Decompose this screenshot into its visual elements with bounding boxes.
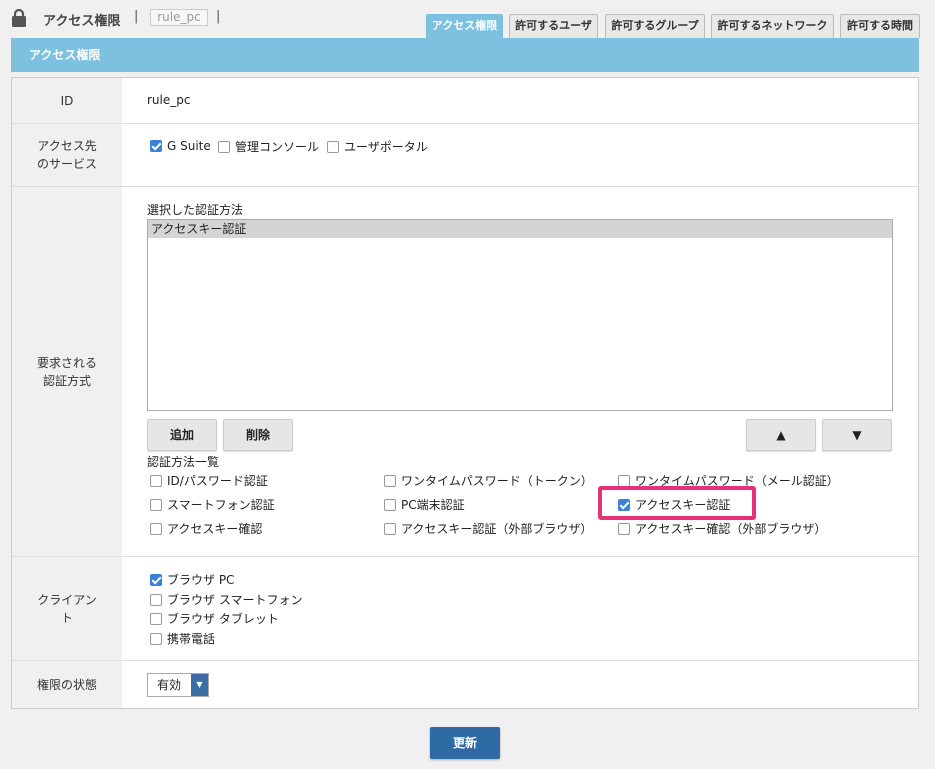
tab-allowed-networks[interactable]: 許可するネットワーク — [711, 14, 834, 38]
services-value-cell: G Suite 管理コンソール ユーザポータル — [122, 124, 918, 186]
checkbox[interactable] — [384, 498, 396, 511]
update-button[interactable]: 更新 — [430, 727, 500, 759]
checkbox[interactable] — [150, 498, 162, 511]
checkbox[interactable] — [327, 140, 339, 153]
method-access-key-auth-external[interactable]: アクセスキー認証（外部ブラウザ） — [384, 520, 592, 537]
status-select[interactable]: 有効 ▼ — [147, 673, 209, 697]
service-option-gsuite[interactable]: G Suite — [150, 138, 211, 153]
status-label: 権限の状態 — [12, 661, 122, 708]
selected-methods-title: 選択した認証方法 — [147, 203, 244, 217]
method-id-password[interactable]: ID/パスワード認証 — [150, 472, 268, 489]
tab-bar: アクセス権限 許可するユーザ 許可するグループ 許可するネットワーク 許可する時… — [0, 14, 935, 38]
method-access-key-confirm[interactable]: アクセスキー確認 — [150, 520, 262, 537]
chevron-down-icon[interactable]: ▼ — [191, 674, 208, 696]
checkbox[interactable] — [150, 632, 162, 645]
section-banner: アクセス権限 — [11, 38, 919, 72]
tab-allowed-times[interactable]: 許可する時間 — [840, 14, 920, 38]
auth-methods-label: 要求される 認証方式 — [12, 187, 122, 556]
client-browser-tablet[interactable]: ブラウザ タブレット — [150, 610, 279, 627]
checkbox[interactable] — [384, 474, 396, 487]
move-down-button[interactable]: ▼ — [822, 419, 892, 451]
checkbox[interactable] — [150, 522, 162, 535]
tab-access-permission[interactable]: アクセス権限 — [426, 14, 503, 38]
checkbox[interactable] — [384, 522, 396, 535]
auth-methods-row: 要求される 認証方式 選択した認証方法 アクセスキー認証 追加 削除 ▲ ▼ 認証… — [12, 187, 918, 557]
status-value-cell: 有効 ▼ — [122, 661, 918, 708]
move-up-button[interactable]: ▲ — [746, 419, 816, 451]
delete-button[interactable]: 削除 — [223, 419, 293, 451]
highlight-box — [598, 486, 756, 520]
selected-methods-listbox[interactable]: アクセスキー認証 — [147, 219, 893, 411]
method-list-title: 認証方法一覧 — [147, 455, 220, 469]
checkbox[interactable] — [218, 140, 230, 153]
checkbox[interactable] — [618, 474, 630, 487]
service-option-admin-console[interactable]: 管理コンソール — [218, 138, 319, 155]
method-access-key-confirm-external[interactable]: アクセスキー確認（外部ブラウザ） — [618, 520, 826, 537]
method-smartphone[interactable]: スマートフォン認証 — [150, 496, 275, 513]
client-mobile-phone[interactable]: 携帯電話 — [150, 630, 215, 647]
id-label: ID — [12, 78, 122, 123]
id-value-cell: rule_pc — [122, 78, 918, 123]
checkbox[interactable] — [618, 522, 630, 535]
services-label: アクセス先 のサービス — [12, 124, 122, 186]
checkbox[interactable] — [150, 612, 162, 625]
tab-allowed-groups[interactable]: 許可するグループ — [605, 14, 705, 38]
checkbox[interactable] — [150, 474, 162, 487]
checkbox-checked[interactable] — [150, 139, 162, 152]
tab-allowed-users[interactable]: 許可するユーザ — [509, 14, 598, 38]
client-browser-pc[interactable]: ブラウザ PC — [150, 571, 234, 588]
list-item[interactable]: アクセスキー認証 — [148, 220, 892, 238]
auth-methods-value-cell: 選択した認証方法 アクセスキー認証 追加 削除 ▲ ▼ 認証方法一覧 ID/パス… — [122, 187, 918, 556]
id-row: ID rule_pc — [12, 78, 918, 124]
client-label: クライアント — [12, 557, 122, 660]
method-pc-device[interactable]: PC端末認証 — [384, 496, 465, 513]
client-browser-smartphone[interactable]: ブラウザ スマートフォン — [150, 591, 302, 608]
add-button[interactable]: 追加 — [147, 419, 217, 451]
method-otp-token[interactable]: ワンタイムパスワード（トークン） — [384, 472, 593, 489]
access-rule-form: ID rule_pc アクセス先 のサービス G Suite 管理コンソール ユー… — [11, 77, 919, 709]
service-option-user-portal[interactable]: ユーザポータル — [327, 138, 428, 155]
id-value: rule_pc — [147, 93, 191, 107]
client-row: クライアント ブラウザ PC ブラウザ スマートフォン ブラウザ タブレット 携… — [12, 557, 918, 661]
checkbox-checked[interactable] — [150, 573, 162, 586]
services-row: アクセス先 のサービス G Suite 管理コンソール ユーザポータル — [12, 124, 918, 187]
status-row: 権限の状態 有効 ▼ — [12, 661, 918, 708]
client-value-cell: ブラウザ PC ブラウザ スマートフォン ブラウザ タブレット 携帯電話 — [122, 557, 918, 660]
checkbox[interactable] — [150, 593, 162, 606]
